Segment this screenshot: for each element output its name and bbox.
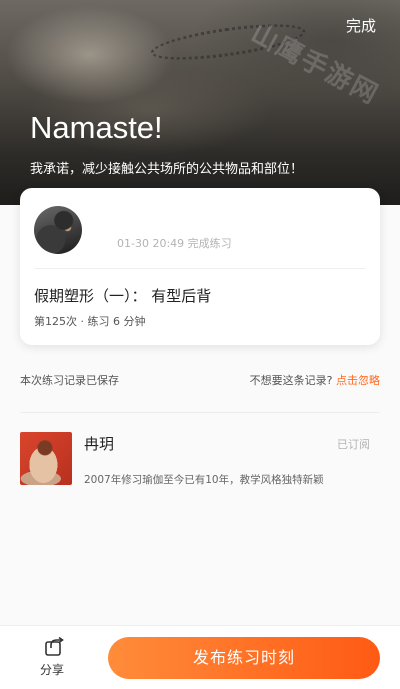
bottom-bar: 分享 发布练习时刻 [0,625,400,689]
section-divider [20,412,380,413]
ignore-prompt: 不想要这条记录? [249,374,333,387]
done-button[interactable]: 完成 [346,15,376,36]
card-divider [34,268,366,269]
practice-meta: 第125次 · 练习 6 分钟 [34,315,146,328]
share-button[interactable]: 分享 [40,636,68,678]
share-icon [45,636,64,656]
publish-moment-button[interactable]: 发布练习时刻 [108,637,380,679]
subscribe-status-button[interactable]: 已订阅 [337,436,370,452]
teacher-description: 2007年修习瑜伽至今已有10年，教学风格独特新颖 [84,474,324,486]
practice-card: 01-30 20:49 完成练习 假期塑形（一）： 有型后背 第125次 · 练… [20,188,380,345]
course-title: 假期塑形（一）： 有型后背 [34,287,212,305]
avatar[interactable] [34,206,82,254]
ignore-link[interactable]: 点击忽略 [336,374,380,387]
share-label: 分享 [39,663,64,677]
pledge-text: 我承诺，减少接触公共场所的公共物品和部位！ [30,162,304,177]
header-photo: 山鹰手游网 完成 Namaste! 我承诺，减少接触公共场所的公共物品和部位！ [0,0,400,205]
ignore-record-row: 不想要这条记录? 点击忽略 [250,372,380,388]
practice-time: 01-30 20:49 完成练习 [117,237,232,250]
record-saved-text: 本次练习记录已保存 [20,374,119,387]
page-title: Namaste! [30,110,163,145]
teacher-name[interactable]: 冉玥 [84,433,114,454]
teacher-avatar[interactable] [20,432,72,485]
